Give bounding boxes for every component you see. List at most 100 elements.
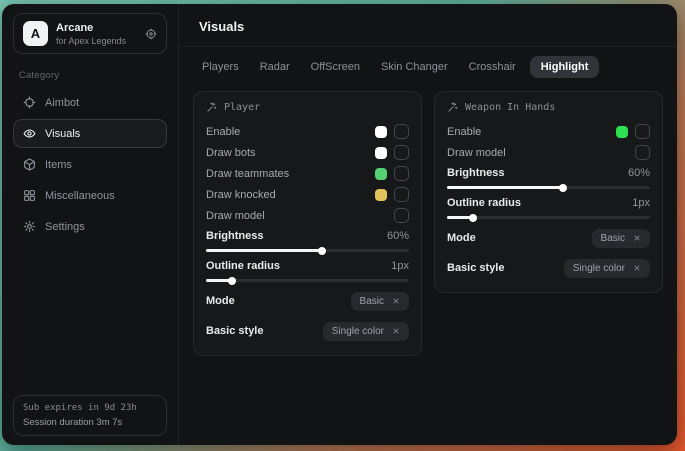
checkbox[interactable]	[394, 187, 409, 202]
toggle-label: Draw knocked	[206, 189, 276, 201]
box-icon	[23, 158, 36, 171]
wand-icon	[206, 102, 217, 113]
tab-bar: Players Radar OffScreen Skin Changer Crossha…	[179, 47, 677, 78]
slider-handle[interactable]	[318, 247, 326, 255]
panel-title-text: Weapon In Hands	[465, 102, 555, 113]
tab-skin-changer[interactable]: Skin Changer	[374, 56, 455, 78]
select-label: Mode	[447, 232, 476, 244]
app-logo: A	[23, 21, 48, 46]
page-title: Visuals	[199, 19, 657, 34]
color-swatch[interactable]	[375, 126, 387, 138]
slider-handle[interactable]	[228, 277, 236, 285]
settings-panel: Weapon In Hands Enable Draw model Bright…	[434, 91, 663, 293]
checkbox[interactable]	[394, 145, 409, 160]
sidebar-item-miscellaneous[interactable]: Miscellaneous	[13, 181, 167, 210]
sidebar-item-settings[interactable]: Settings	[13, 212, 167, 241]
select-tag[interactable]: Basic	[592, 229, 650, 248]
category-label: Category	[19, 70, 161, 81]
sidebar-item-label: Aimbot	[45, 97, 79, 109]
main-header: Visuals	[179, 4, 677, 47]
select-row: Basic style Single color	[206, 320, 409, 342]
tab-radar[interactable]: Radar	[253, 56, 297, 78]
slider-list: Brightness 60% Outline radius 1px	[206, 230, 409, 282]
slider-label: Brightness	[447, 167, 504, 179]
subscription-box: Sub expires in 9d 23h Session duration 3…	[13, 395, 167, 436]
slider-track[interactable]	[206, 249, 409, 252]
select-label: Mode	[206, 295, 235, 307]
panels-area: Player Enable Draw bots Draw teammates D…	[179, 78, 677, 369]
gear-icon	[23, 220, 36, 233]
tab-highlight[interactable]: Highlight	[530, 56, 600, 78]
toggle-label: Enable	[447, 126, 481, 138]
remove-icon[interactable]	[392, 327, 400, 335]
toggle-label: Draw teammates	[206, 168, 289, 180]
panel-title-text: Player	[224, 102, 260, 113]
slider-label: Brightness	[206, 230, 263, 242]
tab-crosshair[interactable]: Crosshair	[462, 56, 523, 78]
panel-title: Player	[206, 102, 409, 113]
sub-expiry-text: Sub expires in 9d 23h	[23, 403, 157, 413]
slider-value: 1px	[632, 197, 650, 209]
slider-handle[interactable]	[469, 214, 477, 222]
crosshair-icon	[23, 96, 36, 109]
toggle-list: Enable Draw model	[447, 121, 650, 163]
sidebar-header: A Arcane for Apex Legends	[13, 13, 167, 54]
checkbox[interactable]	[394, 166, 409, 181]
slider-value: 1px	[391, 260, 409, 272]
app-window: A Arcane for Apex Legends Category Aimbo…	[2, 4, 677, 445]
color-swatch[interactable]	[375, 168, 387, 180]
sidebar-nav: Aimbot Visuals Items Miscellaneous Setti…	[13, 88, 167, 241]
slider: Brightness 60%	[447, 167, 650, 189]
select-list: Mode Basic Basic style Single color	[447, 227, 650, 279]
slider-track[interactable]	[447, 216, 650, 219]
wand-icon	[447, 102, 458, 113]
slider-value: 60%	[628, 167, 650, 179]
sidebar-item-label: Visuals	[45, 128, 80, 140]
color-swatch[interactable]	[616, 126, 628, 138]
slider-track[interactable]	[206, 279, 409, 282]
color-swatch[interactable]	[375, 147, 387, 159]
slider-handle[interactable]	[559, 184, 567, 192]
slider: Brightness 60%	[206, 230, 409, 252]
checkbox[interactable]	[635, 145, 650, 160]
toggle-row: Draw model	[447, 142, 650, 163]
toggle-row: Draw knocked	[206, 184, 409, 205]
checkbox[interactable]	[635, 124, 650, 139]
select-row: Mode Basic	[206, 290, 409, 312]
sidebar-item-visuals[interactable]: Visuals	[13, 119, 167, 148]
slider-list: Brightness 60% Outline radius 1px	[447, 167, 650, 219]
sidebar-item-label: Settings	[45, 221, 85, 233]
sidebar: A Arcane for Apex Legends Category Aimbo…	[2, 4, 179, 445]
target-icon[interactable]	[145, 28, 157, 40]
select-tag-text: Single color	[573, 263, 625, 274]
tab-offscreen[interactable]: OffScreen	[304, 56, 367, 78]
toggle-row: Draw model	[206, 205, 409, 226]
slider-label: Outline radius	[206, 260, 280, 272]
slider: Outline radius 1px	[447, 197, 650, 219]
sidebar-item-label: Items	[45, 159, 72, 171]
sidebar-item-items[interactable]: Items	[13, 150, 167, 179]
select-tag[interactable]: Basic	[351, 292, 409, 311]
select-tag[interactable]: Single color	[564, 259, 650, 278]
sidebar-item-aimbot[interactable]: Aimbot	[13, 88, 167, 117]
select-list: Mode Basic Basic style Single color	[206, 290, 409, 342]
remove-icon[interactable]	[633, 234, 641, 242]
select-label: Basic style	[206, 325, 263, 337]
settings-panel: Player Enable Draw bots Draw teammates D…	[193, 91, 422, 356]
tab-players[interactable]: Players	[195, 56, 246, 78]
remove-icon[interactable]	[633, 264, 641, 272]
remove-icon[interactable]	[392, 297, 400, 305]
sidebar-item-label: Miscellaneous	[45, 190, 115, 202]
toggle-row: Draw teammates	[206, 163, 409, 184]
color-swatch[interactable]	[375, 189, 387, 201]
app-title: Arcane	[56, 22, 126, 34]
panel-title: Weapon In Hands	[447, 102, 650, 113]
checkbox[interactable]	[394, 124, 409, 139]
checkbox[interactable]	[394, 208, 409, 223]
select-tag-text: Basic	[360, 296, 384, 307]
select-row: Mode Basic	[447, 227, 650, 249]
select-tag[interactable]: Single color	[323, 322, 409, 341]
slider-track[interactable]	[447, 186, 650, 189]
select-tag-text: Single color	[332, 326, 384, 337]
toggle-list: Enable Draw bots Draw teammates Draw kno…	[206, 121, 409, 226]
